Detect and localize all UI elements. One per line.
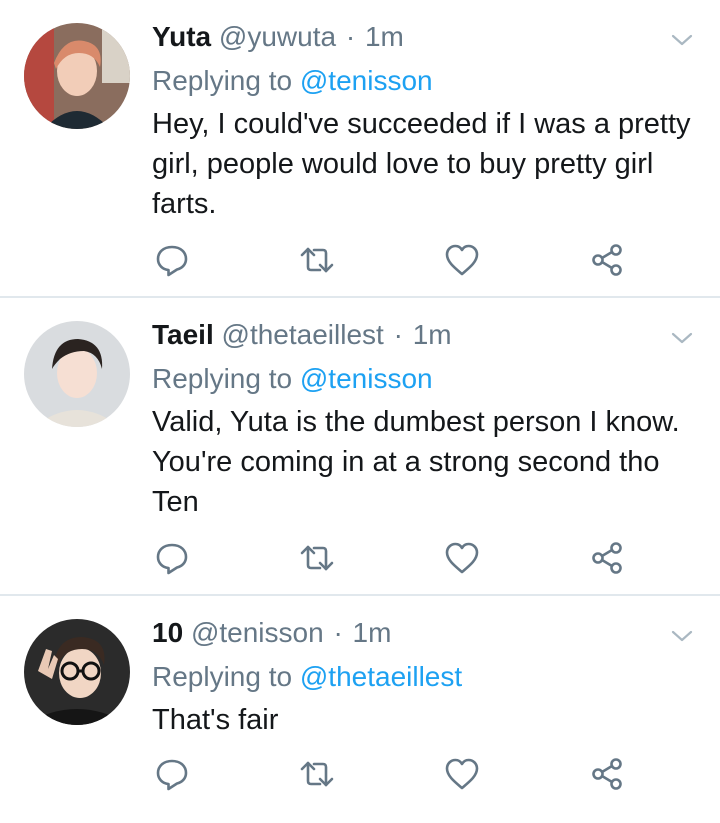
separator: · <box>393 319 403 350</box>
reply-icon <box>152 538 192 578</box>
share-button[interactable] <box>587 240 627 280</box>
retweet-icon <box>297 538 337 578</box>
user-handle[interactable]: @yuwuta <box>219 21 336 52</box>
tweet-actions <box>152 754 632 794</box>
timestamp[interactable]: 1m <box>353 617 392 648</box>
replying-label: Replying to <box>152 661 293 692</box>
share-icon <box>587 240 627 280</box>
tweet-timeline: Yuta @yuwuta · 1m Replying to @tenisson … <box>0 0 720 823</box>
retweet-button[interactable] <box>297 754 337 794</box>
tweet[interactable]: 10 @tenisson · 1m Replying to @thetaeill… <box>0 596 720 823</box>
replying-label: Replying to <box>152 363 293 394</box>
tweet-header: 10 @tenisson · 1m <box>152 614 391 652</box>
tweet-header: Yuta @yuwuta · 1m <box>152 18 404 56</box>
share-icon <box>587 538 627 578</box>
chevron-down-icon[interactable] <box>670 624 694 648</box>
avatar[interactable] <box>24 321 130 427</box>
share-button[interactable] <box>587 754 627 794</box>
separator: · <box>345 21 356 52</box>
separator: · <box>333 617 343 648</box>
like-button[interactable] <box>442 538 482 578</box>
reply-mention-link[interactable]: @tenisson <box>300 65 433 96</box>
tweet[interactable]: Taeil @thetaeillest · 1m Replying to @te… <box>0 298 720 596</box>
user-handle[interactable]: @tenisson <box>191 617 324 648</box>
tweet-actions <box>152 538 632 578</box>
reply-button[interactable] <box>152 538 192 578</box>
avatar[interactable] <box>24 619 130 725</box>
chevron-down-icon[interactable] <box>670 326 694 350</box>
avatar[interactable] <box>24 23 130 129</box>
reply-icon <box>152 240 192 280</box>
display-name[interactable]: 10 <box>152 617 183 648</box>
heart-icon <box>442 240 482 280</box>
reply-mention-link[interactable]: @tenisson <box>300 363 433 394</box>
replying-to: Replying to @tenisson <box>152 360 433 398</box>
timestamp[interactable]: 1m <box>413 319 452 350</box>
reply-icon <box>152 754 192 794</box>
reply-mention-link[interactable]: @thetaeillest <box>300 661 462 692</box>
tweet[interactable]: Yuta @yuwuta · 1m Replying to @tenisson … <box>0 0 720 298</box>
reply-button[interactable] <box>152 240 192 280</box>
tweet-text: Hey, I could've succeeded if I was a pre… <box>152 108 691 220</box>
replying-label: Replying to <box>152 65 293 96</box>
like-button[interactable] <box>442 240 482 280</box>
tweet-header: Taeil @thetaeillest · 1m <box>152 316 452 354</box>
heart-icon <box>442 538 482 578</box>
share-button[interactable] <box>587 538 627 578</box>
retweet-button[interactable] <box>297 240 337 280</box>
tweet-text: That's fair <box>152 704 279 736</box>
heart-icon <box>442 754 482 794</box>
tweet-text: Valid, Yuta is the dumbest person I know… <box>152 406 680 518</box>
display-name[interactable]: Taeil <box>152 319 214 350</box>
chevron-down-icon[interactable] <box>670 28 694 52</box>
replying-to: Replying to @thetaeillest <box>152 658 462 696</box>
share-icon <box>587 754 627 794</box>
timestamp[interactable]: 1m <box>365 21 404 52</box>
user-handle[interactable]: @thetaeillest <box>222 319 384 350</box>
like-button[interactable] <box>442 754 482 794</box>
tweet-actions <box>152 240 632 280</box>
retweet-icon <box>297 754 337 794</box>
retweet-icon <box>297 240 337 280</box>
replying-to: Replying to @tenisson <box>152 62 433 100</box>
retweet-button[interactable] <box>297 538 337 578</box>
display-name[interactable]: Yuta <box>152 21 211 52</box>
reply-button[interactable] <box>152 754 192 794</box>
